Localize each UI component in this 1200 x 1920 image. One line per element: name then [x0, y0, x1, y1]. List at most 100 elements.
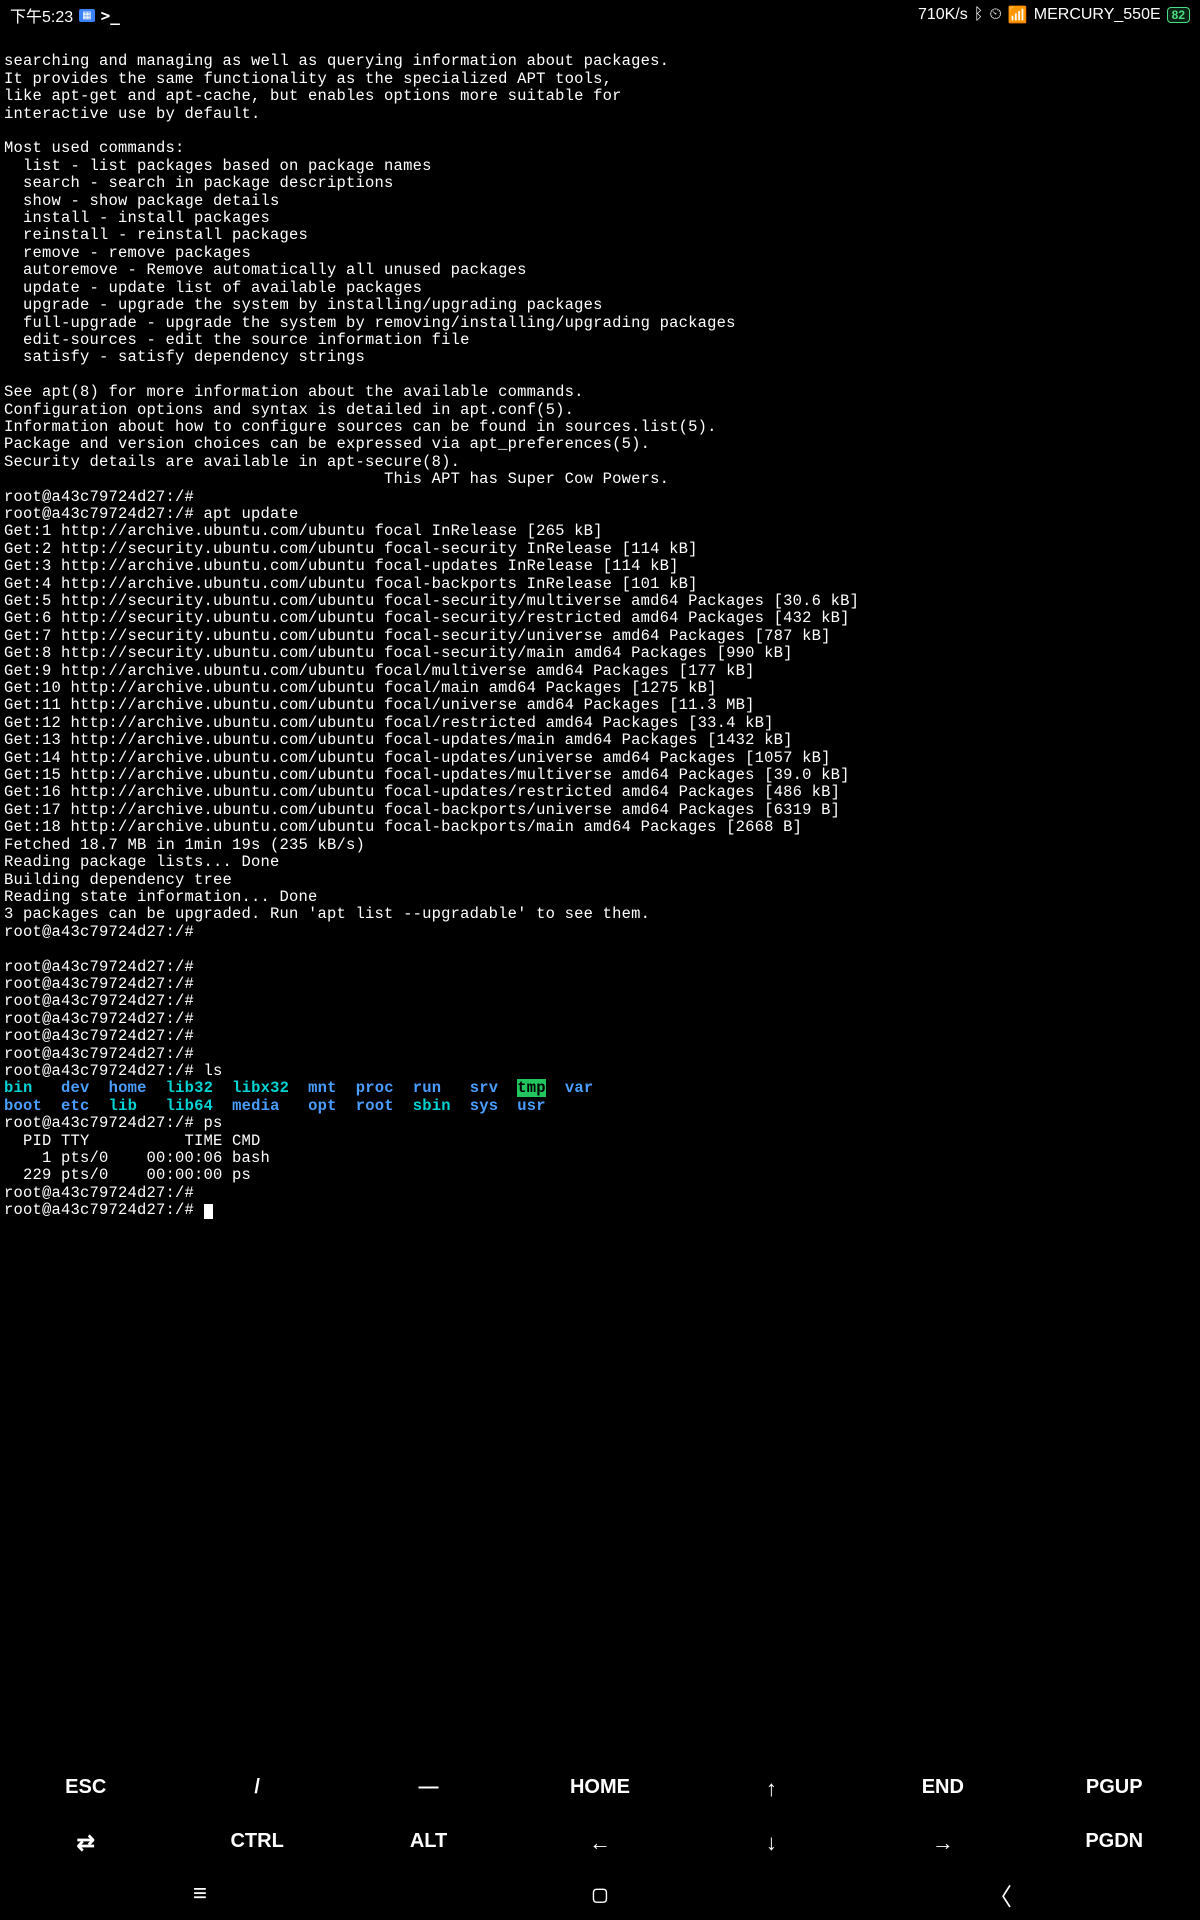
term-line: Get:13 http://archive.ubuntu.com/ubuntu … — [4, 731, 793, 749]
term-line: reinstall - reinstall packages — [4, 226, 308, 244]
wifi-name: MERCURY_550E — [1034, 6, 1161, 24]
term-line: show - show package details — [4, 192, 280, 210]
recent-apps-button[interactable]: ≡ — [160, 1882, 240, 1909]
term-line: root@a43c79724d27:/# — [4, 1045, 194, 1063]
ls-row-2: boot etc lib lib64 media opt root sbin s… — [4, 1097, 546, 1115]
dir-lib64: lib64 — [166, 1097, 214, 1115]
status-left: 下午5:23 ▦ >_ — [10, 3, 120, 27]
term-line: Get:7 http://security.ubuntu.com/ubuntu … — [4, 627, 831, 645]
esc-key[interactable]: ESC — [0, 1762, 171, 1816]
dir-opt: opt — [308, 1097, 337, 1115]
term-line: like apt-get and apt-cache, but enables … — [4, 87, 622, 105]
ctrl-key[interactable]: CTRL — [171, 1816, 342, 1870]
extra-keys-row-1: ESC / ― HOME ↑ END PGUP — [0, 1762, 1200, 1816]
dir-media: media — [232, 1097, 280, 1115]
dir-lib: lib — [109, 1097, 138, 1115]
dir-tmp: tmp — [517, 1079, 546, 1097]
slash-key[interactable]: / — [171, 1762, 342, 1816]
term-line: Get:17 http://archive.ubuntu.com/ubuntu … — [4, 801, 840, 819]
dir-mnt: mnt — [308, 1079, 337, 1097]
dir-sbin: sbin — [413, 1097, 451, 1115]
alarm-icon: ⏲ — [989, 6, 1001, 24]
term-line: 229 pts/0 00:00:00 ps — [4, 1166, 251, 1184]
dir-root: root — [356, 1097, 394, 1115]
extra-keys-row-2: ⇄ CTRL ALT ← ↓ → PGDN — [0, 1816, 1200, 1870]
dir-srv: srv — [470, 1079, 499, 1097]
pgdn-key[interactable]: PGDN — [1029, 1816, 1200, 1870]
term-line: root@a43c79724d27:/# — [4, 1010, 194, 1028]
term-line: Get:15 http://archive.ubuntu.com/ubuntu … — [4, 766, 850, 784]
tab-key[interactable]: ⇄ — [0, 1816, 171, 1870]
term-line: root@a43c79724d27:/# — [4, 488, 194, 506]
term-line: This APT has Super Cow Powers. — [4, 470, 669, 488]
term-line: Get:12 http://archive.ubuntu.com/ubuntu … — [4, 714, 774, 732]
term-line: root@a43c79724d27:/# — [4, 923, 194, 941]
dir-bin: bin — [4, 1079, 33, 1097]
dir-var: var — [565, 1079, 594, 1097]
term-line: Get:14 http://archive.ubuntu.com/ubuntu … — [4, 749, 831, 767]
term-line: Get:11 http://archive.ubuntu.com/ubuntu … — [4, 696, 755, 714]
dir-proc: proc — [356, 1079, 394, 1097]
term-line: Reading state information... Done — [4, 888, 318, 906]
back-button[interactable]: 〈 — [960, 1877, 1040, 1913]
term-line: root@a43c79724d27:/# — [4, 975, 194, 993]
term-line: Get:4 http://archive.ubuntu.com/ubuntu f… — [4, 575, 698, 593]
cursor-icon — [204, 1204, 213, 1219]
term-line: full-upgrade - upgrade the system by rem… — [4, 314, 736, 332]
dir-boot: boot — [4, 1097, 42, 1115]
term-line: Get:16 http://archive.ubuntu.com/ubuntu … — [4, 783, 840, 801]
term-line: Get:1 http://archive.ubuntu.com/ubuntu f… — [4, 522, 603, 540]
dir-lib32: lib32 — [166, 1079, 214, 1097]
dir-sys: sys — [470, 1097, 499, 1115]
term-line: Get:5 http://security.ubuntu.com/ubuntu … — [4, 592, 859, 610]
term-line: edit-sources - edit the source informati… — [4, 331, 470, 349]
status-bar: 下午5:23 ▦ >_ 710K/s ᛒ ⏲ 📶 MERCURY_550E 82 — [0, 0, 1200, 30]
term-line: upgrade - upgrade the system by installi… — [4, 296, 603, 314]
term-line: interactive use by default. — [4, 105, 261, 123]
term-line: root@a43c79724d27:/# — [4, 1027, 194, 1045]
dir-libx32: libx32 — [232, 1079, 289, 1097]
status-right: 710K/s ᛒ ⏲ 📶 MERCURY_550E 82 — [918, 5, 1190, 25]
term-line: Security details are available in apt-se… — [4, 453, 460, 471]
home-key[interactable]: HOME — [514, 1762, 685, 1816]
term-line: Get:8 http://security.ubuntu.com/ubuntu … — [4, 644, 793, 662]
terminal-indicator-icon: >_ — [101, 6, 120, 25]
term-line: Package and version choices can be expre… — [4, 435, 650, 453]
wifi-icon: 📶 — [1008, 5, 1028, 25]
term-line: searching and managing as well as queryi… — [4, 52, 669, 70]
term-line: Configuration options and syntax is deta… — [4, 401, 574, 419]
end-key[interactable]: END — [857, 1762, 1028, 1816]
term-line: Get:10 http://archive.ubuntu.com/ubuntu … — [4, 679, 717, 697]
term-line: satisfy - satisfy dependency strings — [4, 348, 365, 366]
term-line: install - install packages — [4, 209, 270, 227]
dir-dev: dev — [61, 1079, 90, 1097]
dash-key[interactable]: ― — [343, 1762, 514, 1816]
term-line: 1 pts/0 00:00:06 bash — [4, 1149, 270, 1167]
dir-home: home — [109, 1079, 147, 1097]
term-line: It provides the same functionality as th… — [4, 70, 612, 88]
term-line: root@a43c79724d27:/# apt update — [4, 505, 299, 523]
term-line: Get:18 http://archive.ubuntu.com/ubuntu … — [4, 818, 802, 836]
terminal-output[interactable]: searching and managing as well as queryi… — [0, 30, 1200, 1762]
term-line: Reading package lists... Done — [4, 853, 280, 871]
home-button[interactable]: ▢ — [560, 1880, 640, 1910]
term-line: Building dependency tree — [4, 871, 232, 889]
pgup-key[interactable]: PGUP — [1029, 1762, 1200, 1816]
down-arrow-key[interactable]: ↓ — [686, 1816, 857, 1870]
term-line: Fetched 18.7 MB in 1min 19s (235 kB/s) — [4, 836, 365, 854]
term-line: root@a43c79724d27:/# ls — [4, 1062, 223, 1080]
term-line: See apt(8) for more information about th… — [4, 383, 584, 401]
term-line: root@a43c79724d27:/# — [4, 958, 194, 976]
term-line: root@a43c79724d27:/# — [4, 1184, 194, 1202]
up-arrow-key[interactable]: ↑ — [686, 1762, 857, 1816]
term-line: root@a43c79724d27:/# — [4, 992, 194, 1010]
term-line: 3 packages can be upgraded. Run 'apt lis… — [4, 905, 650, 923]
left-arrow-key[interactable]: ← — [514, 1816, 685, 1870]
dir-etc: etc — [61, 1097, 90, 1115]
term-line: Get:9 http://archive.ubuntu.com/ubuntu f… — [4, 662, 755, 680]
term-line: list - list packages based on package na… — [4, 157, 432, 175]
right-arrow-key[interactable]: → — [857, 1816, 1028, 1870]
term-line: Get:3 http://archive.ubuntu.com/ubuntu f… — [4, 557, 679, 575]
term-line: root@a43c79724d27:/# ps — [4, 1114, 223, 1132]
alt-key[interactable]: ALT — [343, 1816, 514, 1870]
